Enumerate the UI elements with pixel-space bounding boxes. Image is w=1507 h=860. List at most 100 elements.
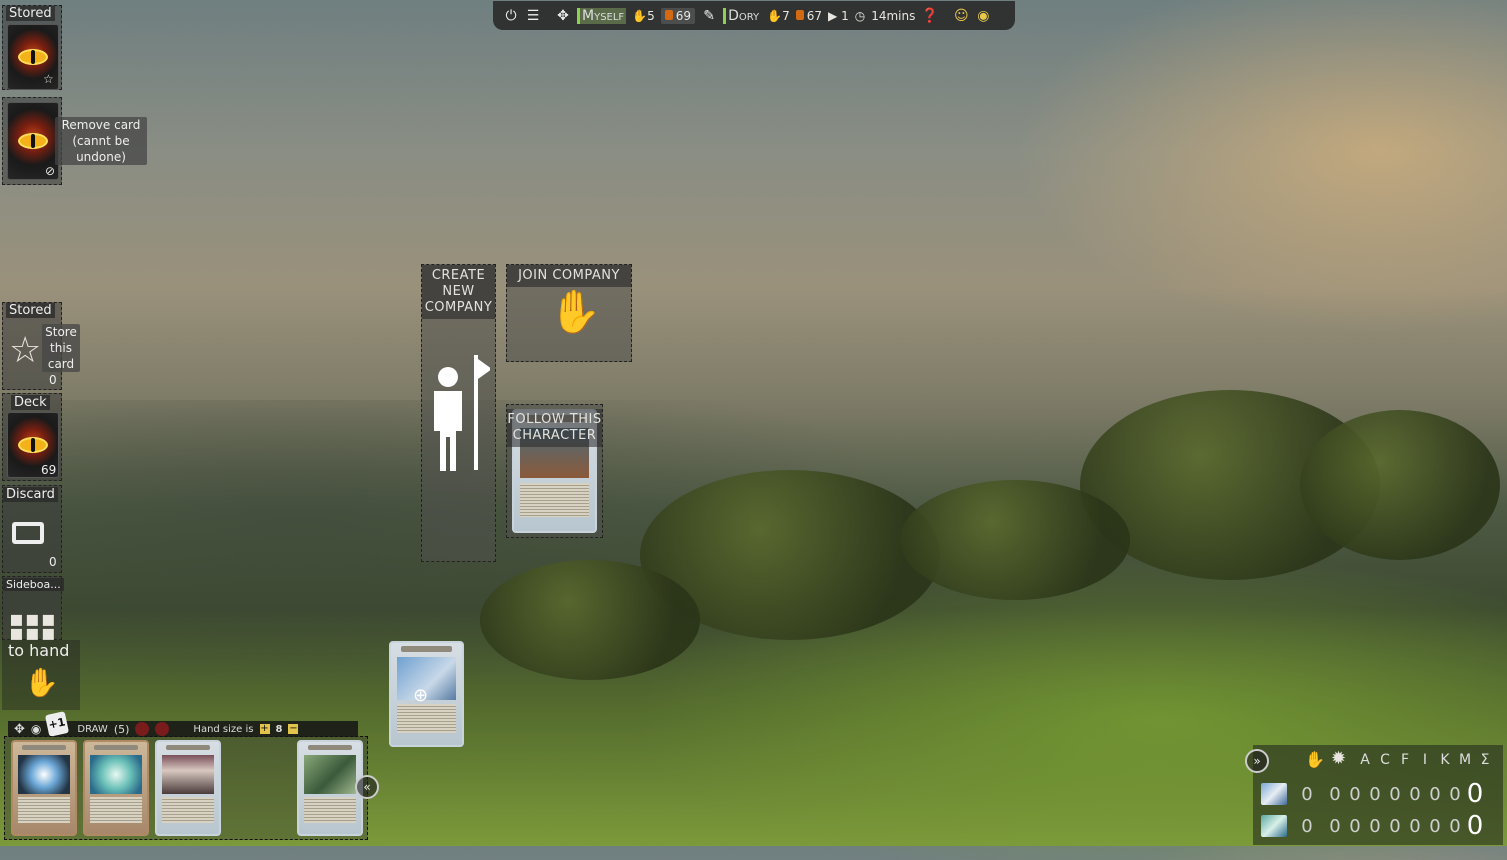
eye-of-sauron-icon — [18, 133, 48, 149]
follow-character-title: FOLLOW THIS CHARACTER — [507, 409, 602, 447]
hand-card[interactable] — [297, 740, 363, 836]
draw-card-icon[interactable]: +1 — [45, 711, 70, 737]
join-company-title: JOIN COMPANY — [507, 265, 631, 287]
to-hand-label: to hand — [8, 641, 70, 660]
move-target-icon[interactable]: ⊕ — [413, 685, 428, 706]
sideboard-label: Sideboa... — [3, 578, 64, 591]
player-name-myself[interactable]: Myself — [577, 7, 627, 24]
score-cell: 0 — [1369, 783, 1381, 805]
share-icon[interactable]: ✥ — [555, 8, 571, 24]
discard-pile[interactable]: Discard 0 — [2, 485, 62, 573]
player-avatar — [1261, 783, 1287, 805]
discard-count: 0 — [49, 555, 57, 569]
eye-of-sauron-icon — [18, 49, 48, 65]
score-cell: 0 — [1329, 815, 1341, 837]
score-cell: 0 — [1349, 783, 1361, 805]
hand-size-label: Hand size is — [193, 723, 254, 735]
top-status-bar: ⏻ ☰ ✥ Myself ✋5 69 ✎ Dory ✋7 67 ▶ 1 ◷ 14… — [493, 1, 1015, 30]
score-cell: 0 — [1301, 783, 1313, 805]
hand-card[interactable] — [155, 740, 221, 836]
score-header-c: C — [1380, 752, 1390, 768]
red-token-icon[interactable] — [135, 722, 150, 736]
score-header-i: I — [1422, 752, 1428, 768]
score-total: 0 — [1466, 811, 1484, 841]
sideboard-pile[interactable]: Sideboa... ▪▪▪ ▪▪▪ — [2, 576, 64, 645]
score-header-f: F — [1400, 752, 1410, 768]
hand-toolbar: ✥ ◉ +1 DRAW (5) Hand size is + 8 − — [8, 711, 358, 737]
score-cell: 0 — [1429, 815, 1441, 837]
eye-icon[interactable]: ◉ — [975, 8, 991, 24]
score-row-player2: 0 0 0 0 0 0 0 0 0 — [1261, 811, 1485, 841]
ban-icon[interactable]: ⊘ — [45, 164, 55, 178]
user-icon[interactable]: ☺ — [953, 8, 969, 24]
store-card-tooltip: Store this card — [42, 324, 80, 372]
inbox-icon[interactable] — [12, 522, 44, 544]
score-cell: 0 — [1429, 783, 1441, 805]
minus-icon[interactable]: − — [288, 724, 299, 734]
star-outline-icon[interactable]: ☆ — [9, 333, 41, 369]
score-header-k: K — [1440, 752, 1450, 768]
deck-pile[interactable]: Deck 69 — [2, 393, 62, 481]
hand-icon: ✋ — [1305, 750, 1325, 769]
score-cell: 0 — [1389, 783, 1401, 805]
deck-count: 69 — [41, 463, 57, 477]
red-token-icon[interactable] — [155, 722, 170, 736]
eye-icon[interactable]: ◉ — [31, 722, 41, 736]
score-cell: 0 — [1409, 815, 1421, 837]
collapse-hand-button[interactable]: « — [355, 775, 379, 799]
hand-icon: ✋ — [24, 666, 59, 699]
power-icon[interactable]: ⏻ — [503, 8, 519, 24]
deck-icon — [664, 9, 673, 20]
create-company-panel[interactable]: CREATE NEW COMPANY — [421, 264, 496, 562]
remove-card-tooltip: Remove card (cannt be undone) — [55, 117, 147, 165]
remove-pile[interactable]: ⊘ — [2, 97, 62, 185]
stored-label: Stored — [6, 303, 55, 318]
deck-count-dory: 67 — [795, 9, 822, 23]
hand-card[interactable] — [11, 740, 77, 836]
flame-icon: ✎ — [703, 7, 715, 24]
move-icon[interactable]: ✥ — [14, 722, 25, 737]
score-header-a: A — [1360, 752, 1370, 768]
join-company-panel[interactable]: JOIN COMPANY ✋ — [506, 264, 632, 362]
follow-character-panel[interactable]: FOLLOW THIS CHARACTER — [506, 404, 603, 538]
score-cell: 0 — [1389, 815, 1401, 837]
deck-icon — [795, 9, 804, 20]
create-company-title: CREATE NEW COMPANY — [422, 265, 495, 319]
player-avatar — [1261, 815, 1287, 837]
deck-count-myself: 69 — [660, 7, 696, 24]
stored-count: 0 — [49, 373, 57, 387]
turn-indicator: ▶ 1 — [828, 8, 849, 23]
score-header-sum: Σ — [1480, 752, 1490, 768]
score-table: » ✋ ✹ A C F I K M Σ 0 0 0 0 0 0 0 0 0 0 … — [1245, 745, 1503, 845]
hand-icon: ✋ — [549, 287, 602, 336]
elapsed-time: 14mins — [871, 8, 916, 23]
table-card[interactable]: ⊕ — [389, 641, 464, 747]
score-cell: 0 — [1301, 815, 1313, 837]
expand-score-button[interactable]: » — [1245, 749, 1269, 773]
score-cell: 0 — [1449, 783, 1461, 805]
player-name-dory[interactable]: Dory — [723, 7, 761, 24]
score-header-m: M — [1458, 752, 1472, 768]
discard-label: Discard — [3, 487, 58, 502]
grid-icon[interactable]: ▪▪▪ ▪▪▪ — [9, 609, 57, 645]
deck-label: Deck — [11, 395, 50, 410]
stored-label: Stored — [6, 6, 55, 21]
score-cell: 0 — [1369, 815, 1381, 837]
hand-size-value: 8 — [275, 723, 283, 735]
sliders-icon[interactable]: ☰ — [525, 8, 541, 24]
star-icon[interactable]: ☆ — [43, 72, 54, 86]
plus-icon[interactable]: + — [259, 724, 270, 734]
score-cell: 0 — [1349, 815, 1361, 837]
score-cell: 0 — [1449, 815, 1461, 837]
person-with-flag-icon — [434, 355, 490, 471]
score-cell: 0 — [1409, 783, 1421, 805]
help-icon[interactable]: ❓ — [921, 8, 938, 24]
draw-count: (5) — [113, 722, 130, 736]
score-row-player1: 0 0 0 0 0 0 0 0 0 — [1261, 779, 1485, 809]
score-total: 0 — [1466, 779, 1484, 809]
draw-label[interactable]: DRAW — [77, 724, 107, 735]
cog-icon: ✹ — [1331, 748, 1347, 769]
to-hand-zone[interactable]: to hand ✋ — [2, 640, 80, 710]
stored-pile-top[interactable]: Stored ☆ — [2, 5, 62, 90]
hand-card[interactable] — [83, 740, 149, 836]
